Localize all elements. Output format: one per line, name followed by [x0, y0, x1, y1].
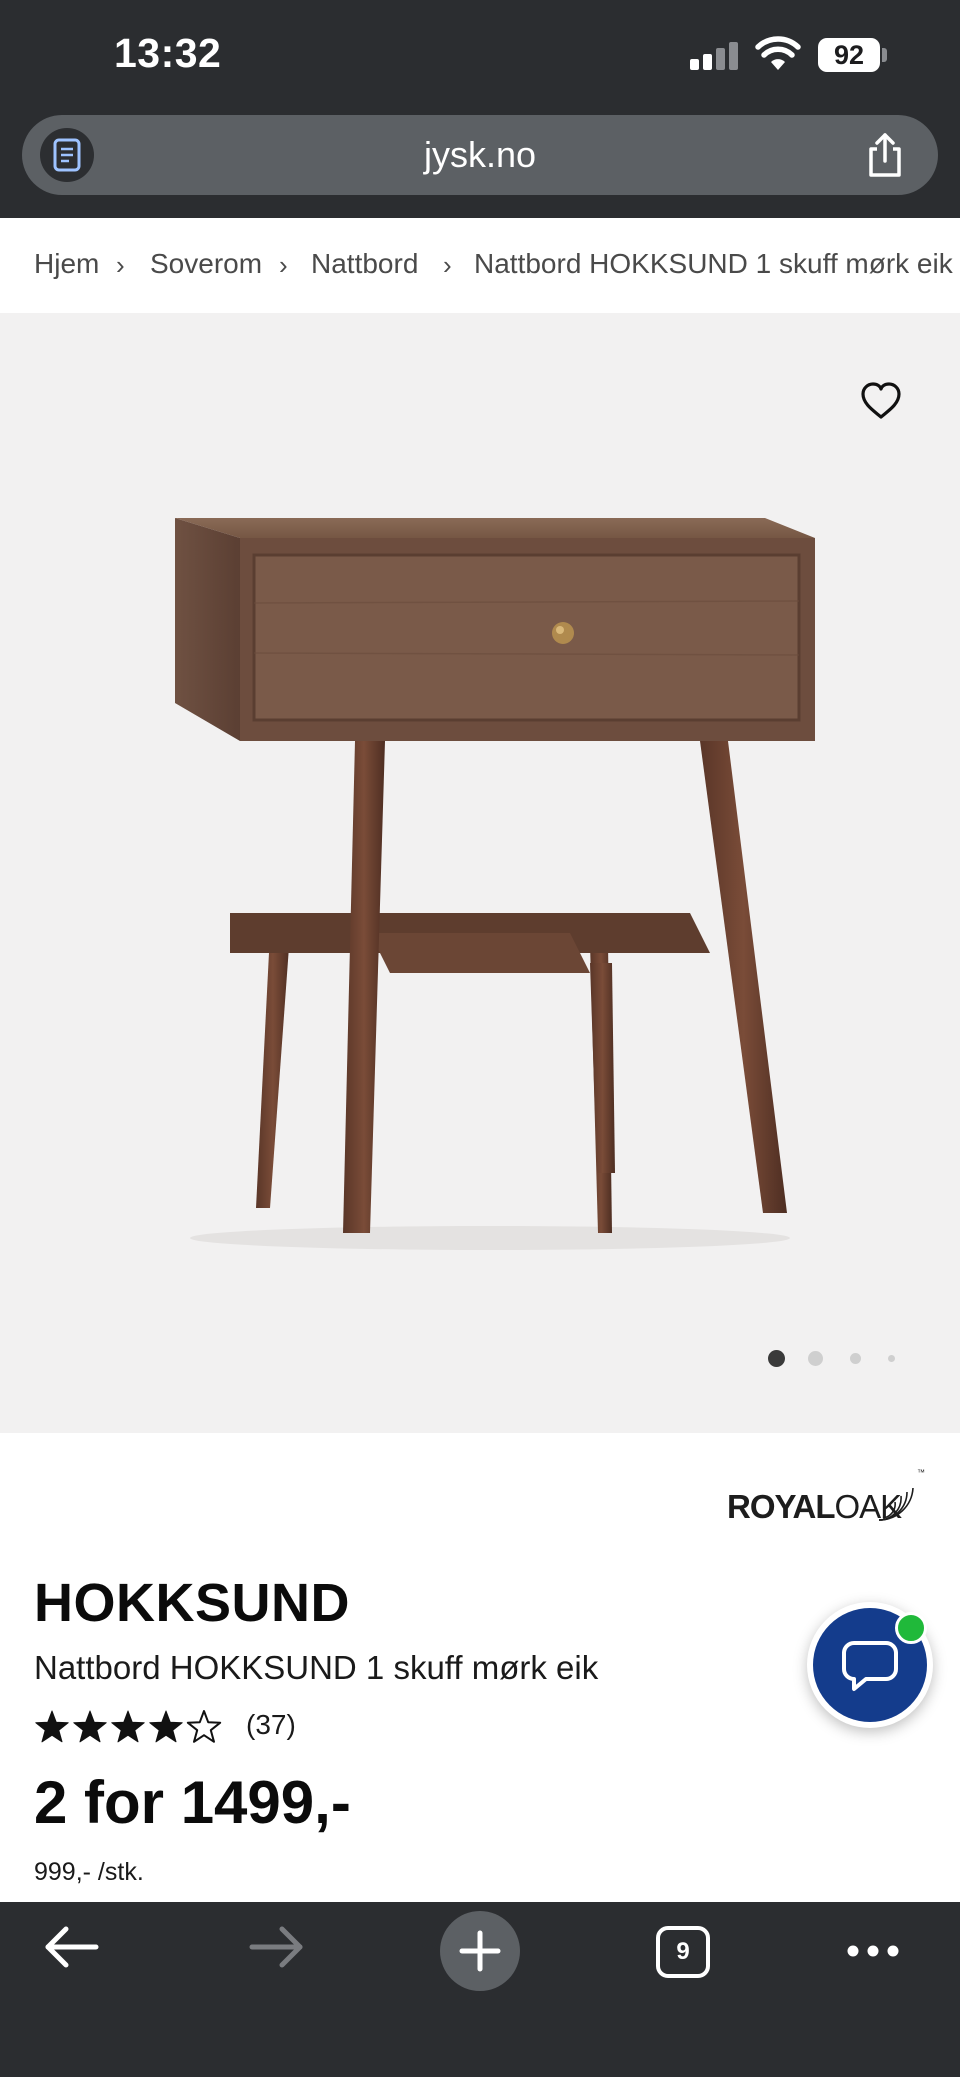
brand-wordmark: ROYALOAK [727, 1488, 902, 1525]
tabs-button[interactable]: 9 [656, 1926, 710, 1978]
chat-bubble-icon [842, 1641, 898, 1691]
address-bar[interactable]: jysk.no [22, 115, 938, 195]
product-subtitle: Nattbord HOKKSUND 1 skuff mørk eik [34, 1649, 599, 1686]
pagination-dot[interactable] [850, 1353, 861, 1364]
share-icon[interactable] [862, 131, 908, 179]
wifi-icon [755, 36, 801, 70]
url-text[interactable]: jysk.no [22, 115, 938, 195]
pagination-dot[interactable] [888, 1355, 895, 1362]
cellular-signal-icon [690, 40, 740, 70]
brand-arcs-icon [878, 1487, 914, 1521]
arrow-left-icon[interactable] [26, 1902, 116, 1992]
plus-icon [459, 1930, 501, 1972]
online-status-dot [895, 1612, 927, 1644]
chat-button[interactable] [807, 1602, 933, 1728]
battery-level: 92 [833, 40, 865, 70]
breadcrumb-soverom[interactable]: Soverom [150, 248, 262, 280]
new-tab-button[interactable] [440, 1911, 520, 1991]
trademark: ™ [917, 1468, 925, 1477]
battery-nub [882, 48, 887, 62]
browser-bottom-toolbar: 9 [0, 1902, 960, 2077]
unit-price: 999,- /stk. [34, 1858, 144, 1886]
heart-icon[interactable] [860, 381, 902, 421]
review-count[interactable]: (37) [246, 1709, 296, 1741]
arrow-right-icon[interactable] [232, 1902, 322, 1992]
breadcrumb-separator: › [279, 250, 288, 280]
star-filled-icon [35, 1710, 69, 1743]
star-empty-icon [186, 1710, 222, 1743]
more-menu-icon[interactable] [828, 1902, 918, 1992]
pagination-dot-active[interactable] [768, 1350, 785, 1367]
breadcrumb-current: Nattbord HOKKSUND 1 skuff mørk eik [474, 248, 953, 279]
product-image-nightstand[interactable] [150, 513, 830, 1253]
tab-count: 9 [676, 1938, 690, 1965]
brand-logo: ROYALOAK ™ [727, 1468, 927, 1528]
pagination-dot[interactable] [808, 1351, 823, 1366]
breadcrumb-separator: › [443, 250, 452, 280]
reader-mode-button[interactable] [40, 128, 94, 182]
gallery-pagination[interactable] [768, 1348, 898, 1368]
star-filled-icon [149, 1710, 183, 1743]
reader-mode-icon [53, 138, 81, 172]
browser-top-bar: 13:32 92 jysk.no [0, 0, 960, 218]
rating-stars [35, 1710, 222, 1743]
product-price: 2 for 1499,- [34, 1769, 351, 1836]
star-filled-icon [73, 1710, 107, 1743]
battery-indicator: 92 [818, 38, 880, 72]
product-rating[interactable]: (37) [34, 1707, 354, 1747]
breadcrumb-nattbord[interactable]: Nattbord [311, 248, 418, 280]
product-name: HOKKSUND [34, 1573, 351, 1633]
breadcrumb-separator: › [116, 250, 125, 280]
breadcrumb: Hjem › Soverom › Nattbord › Nattbord HOK… [0, 218, 960, 313]
breadcrumb-home[interactable]: Hjem [34, 248, 99, 280]
star-filled-icon [111, 1710, 145, 1743]
product-gallery[interactable] [0, 313, 960, 1433]
status-time: 13:32 [114, 30, 222, 76]
